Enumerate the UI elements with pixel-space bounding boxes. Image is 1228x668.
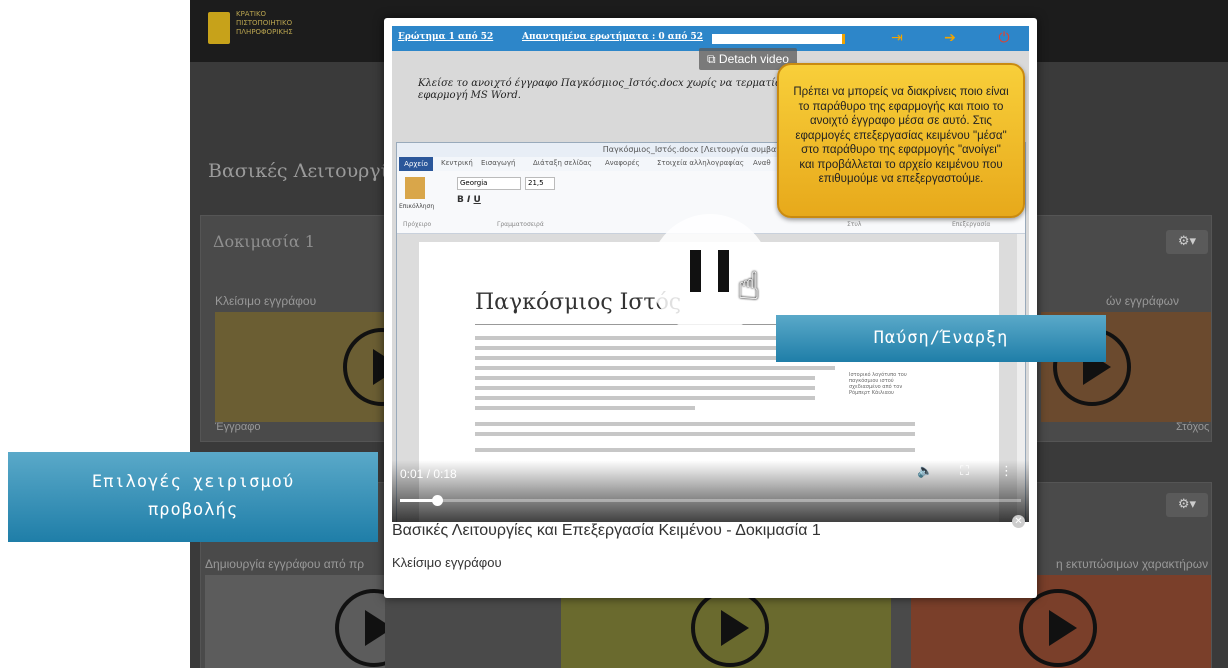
play-icon[interactable] [691,589,769,667]
paste-icon[interactable] [405,177,425,199]
paste-label: Επικόλληση [399,203,435,210]
word-tab-references[interactable]: Αναφορές [605,159,640,167]
word-tab-mailings[interactable]: Στοιχεία αλληλογραφίας [657,159,744,167]
video-thumbnail-left[interactable] [215,312,395,422]
card-item-caption-right-2: η εκτυπώσιμων χαρακτήρων [1056,557,1209,571]
group-clipboard: Πρόχειρο [403,221,432,228]
side-note-text: Ιστορικό λογότυπο του παγκόσμιου ιστού σ… [849,372,907,396]
video-thumbnail-row2-left[interactable] [205,575,385,668]
settings-gear-button[interactable]: ⚙▾ [1166,230,1208,254]
hand-cursor-icon: ☝ [737,264,761,308]
card-footer-right: Στόχος [1176,421,1210,433]
paragraph-tools[interactable] [597,177,777,207]
skip-to-end-icon[interactable]: ⇥ [889,31,905,45]
fullscreen-icon[interactable]: ⛶ [960,464,969,479]
video-subtitle: Κλείσιμο εγγράφου [392,555,502,570]
group-editing: Επεξεργασία [952,221,991,228]
card-footer-left: Έγγραφο [215,421,261,433]
power-icon[interactable]: ⏻ [996,31,1012,45]
site-logo-text: ΚΡΑΤΙΚΟ ΠΙΣΤΟΠΟΙΗΤΙΚΟ ΠΛΗΡΟΦΟΡΙΚΗΣ [236,10,293,37]
next-arrow-icon[interactable]: ➔ [942,31,958,45]
format-buttons[interactable]: B I U [457,195,481,205]
text-line [475,366,835,370]
font-name-select[interactable]: Georgia [457,177,521,190]
font-size-select[interactable]: 21,5 [525,177,555,190]
word-tab-home[interactable]: Κεντρική [441,159,473,167]
player-controls: 0:01 / 0:18 🔈 ⛶ ⋮ [392,460,1029,522]
close-icon[interactable]: ✕ [1012,515,1025,528]
side-note: Ιστορικό λογότυπο του παγκόσμιου ιστού σ… [849,372,919,402]
document-heading: Παγκόσμιος Ιστός [475,290,682,315]
text-line [475,432,915,436]
tip-callout: Πρέπει να μπορείς να διακρίνεις ποιο είν… [777,63,1025,218]
view-options-line1: Επιλογές χειρισμού [91,472,295,492]
word-tab-file[interactable]: Αρχείο [399,157,433,171]
more-options-icon[interactable]: ⋮ [1000,464,1013,479]
logo-line-1: ΚΡΑΤΙΚΟ [236,10,267,18]
card-item-caption-left: Κλείσιμο εγγράφου [215,294,317,308]
view-options-annotation: Επιλογές χειρισμού προβολής [8,452,378,542]
text-line [475,396,815,400]
site-logo[interactable] [208,12,230,44]
play-icon[interactable] [335,589,385,667]
text-line [475,376,815,380]
playback-time: 0:01 / 0:18 [400,467,457,481]
settings-gear-button-2[interactable]: ⚙▾ [1166,493,1208,517]
word-tab-layout[interactable]: Διάταξη σελίδας [533,159,592,167]
group-font: Γραμματοσειρά [497,221,544,228]
logo-line-3: ΠΛΗΡΟΦΟΡΙΚΗΣ [236,28,293,36]
play-icon[interactable] [1019,589,1097,667]
group-styles: Στυλ [847,221,862,228]
seek-bar[interactable] [400,495,1021,506]
text-line [475,448,915,452]
word-tab-review[interactable]: Αναθ [753,159,771,167]
video-title: Βασικές Λειτουργίες και Επεξεργασία Κειμ… [392,522,821,539]
word-tab-insert[interactable]: Εισαγωγή [481,159,515,167]
text-line [475,386,815,390]
quiz-answered-counter: Απαντημένα ερωτήματα : 0 από 52 [522,32,703,42]
logo-line-2: ΠΙΣΤΟΠΟΙΗΤΙΚΟ [236,19,293,27]
detach-video-label: Detach video [718,52,789,66]
section-title: Βασικές Λειτουργίε [208,160,398,182]
play-pause-annotation: Παύση/Έναρξη [776,315,1106,362]
text-line [475,406,695,410]
pause-icon [718,250,729,292]
card-item-caption-left-2: Δημιουργία εγγράφου από πρ [205,557,365,571]
detach-icon: ⧉ [707,52,719,66]
quiz-question-counter: Ερώτημα 1 από 52 [398,32,494,42]
text-line [475,422,915,426]
seek-handle[interactable] [432,495,444,506]
card-title: Δοκιμασία 1 [213,232,315,251]
pause-icon [690,250,701,292]
view-options-line2: προβολής [148,500,238,520]
video-player[interactable]: Ερώτημα 1 από 52 Απαντημένα ερωτήματα : … [392,26,1029,522]
card-item-caption-right: ών εγγράφων [1106,294,1179,308]
quiz-progress-bar [712,34,845,44]
video-modal: Ερώτημα 1 από 52 Απαντημένα ερωτήματα : … [384,18,1037,598]
volume-icon[interactable]: 🔈 [917,464,933,479]
